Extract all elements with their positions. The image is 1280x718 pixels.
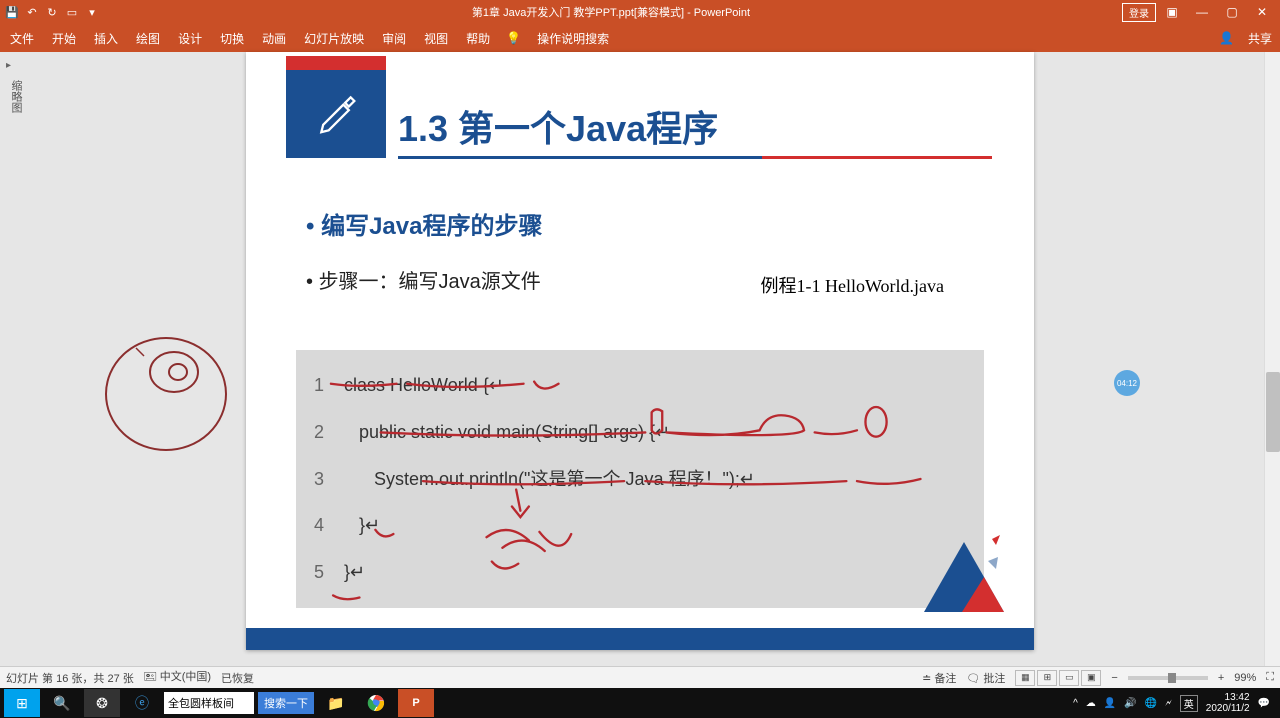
minimize-button[interactable]: — [1188,2,1216,22]
notifications-icon[interactable]: 💬 [1258,698,1270,709]
workspace: ▸ 缩略图 1.3 第一个Java程序 编写Java程序的步骤 步骤一：编写Ja… [0,52,1280,666]
save-icon[interactable]: 💾 [4,4,20,20]
window-title: 第1章 Java开发入门 教学PPT.ppt[兼容模式] - PowerPoin… [100,4,1122,20]
recording-timer[interactable]: 04:12 [1114,370,1140,396]
tab-slideshow[interactable]: 幻灯片放映 [302,26,366,51]
ime-indicator[interactable]: 英 [1180,695,1198,712]
pencil-icon [314,90,358,139]
start-slideshow-icon[interactable]: ▭ [64,4,80,20]
code-text: public static void main(String[] args) {… [344,409,670,456]
zoom-slider[interactable] [1128,676,1208,680]
tray-overflow-icon[interactable]: ^ [1073,698,1078,709]
slide: 1.3 第一个Java程序 编写Java程序的步骤 步骤一：编写Java源文件 … [246,52,1034,650]
slide-footer-bar [246,628,1034,650]
line-number: 5 [314,549,344,596]
comments-button[interactable]: 🗨 批注 [966,670,1005,686]
notes-button[interactable]: ≐ 备注 [922,670,956,686]
title-icon-box [286,70,386,158]
zoom-in-icon[interactable]: + [1218,672,1224,684]
line-number: 4 [314,502,344,549]
system-tray: ^ ☁ 👤 🔊 🌐 🗲 英 13:42 2020/11/2 💬 [1073,692,1276,714]
zoom-out-icon[interactable]: − [1111,672,1117,684]
tab-view[interactable]: 视图 [422,26,450,51]
battery-icon[interactable]: 🗲 [1165,698,1172,709]
ie-icon[interactable]: ⓔ [124,689,160,717]
share-icon: 👤 [1219,31,1234,45]
reading-view-icon[interactable]: ▭ [1059,670,1079,686]
titlebar: 💾 ↶ ↻ ▭ ▾ 第1章 Java开发入门 教学PPT.ppt[兼容模式] -… [0,0,1280,24]
taskbar: ⊞ 🔍 ❂ ⓔ 全包圆样板间 搜索一下 📁 P ^ ☁ 👤 🔊 🌐 🗲 英 13… [0,688,1280,718]
app-360-icon[interactable]: ❂ [84,689,120,717]
tab-home[interactable]: 开始 [50,26,78,51]
redo-icon[interactable]: ↻ [44,4,60,20]
ribbon-tabs: 文件 开始 插入 绘图 设计 切换 动画 幻灯片放映 审阅 视图 帮助 💡 操作… [0,24,1280,52]
tab-help[interactable]: 帮助 [464,26,492,51]
qat-dropdown-icon[interactable]: ▾ [84,4,100,20]
login-button[interactable]: 登录 [1122,3,1156,22]
code-text: }↵ [344,549,365,596]
onedrive-icon[interactable]: ☁ [1086,698,1096,709]
slide-counter[interactable]: 幻灯片 第 16 张，共 27 张 [6,670,134,686]
tab-review[interactable]: 审阅 [380,26,408,51]
search-icon[interactable]: 🔍 [44,689,80,717]
code-text: System.out.println("这是第一个 Java 程序！");↵ [344,456,755,503]
tab-draw[interactable]: 绘图 [134,26,162,51]
line-number: 2 [314,409,344,456]
title-underline [398,156,992,159]
example-label: 例程1-1 HelloWorld.java [760,272,944,298]
browser-search-button[interactable]: 搜索一下 [258,692,314,714]
code-text: class HelloWorld {↵ [344,362,504,409]
line-number: 3 [314,456,344,503]
powerpoint-icon[interactable]: P [398,689,434,717]
ribbon-display-icon[interactable]: ▣ [1158,2,1186,22]
share-button[interactable]: 共享 [1248,30,1272,47]
slide-title: 1.3 第一个Java程序 [398,100,718,158]
clock[interactable]: 13:42 2020/11/2 [1206,692,1250,714]
language-status[interactable]: 🖭 中文(中国) [144,668,211,687]
volume-icon[interactable]: 🔊 [1124,698,1136,709]
browser-address[interactable]: 全包圆样板间 [164,692,254,714]
line-number: 1 [314,362,344,409]
slide-canvas[interactable]: 1.3 第一个Java程序 编写Java程序的步骤 步骤一：编写Java源文件 … [0,52,1280,666]
recovered-status: 已恢复 [221,670,254,686]
sorter-view-icon[interactable]: ⊞ [1037,670,1057,686]
tab-insert[interactable]: 插入 [92,26,120,51]
start-button[interactable]: ⊞ [4,689,40,717]
tab-file[interactable]: 文件 [8,26,36,51]
scrollbar-thumb[interactable] [1266,372,1280,452]
fit-window-icon[interactable]: ⛶ [1266,671,1274,684]
undo-icon[interactable]: ↶ [24,4,40,20]
statusbar: 幻灯片 第 16 张，共 27 张 🖭 中文(中国) 已恢复 ≐ 备注 🗨 批注… [0,666,1280,688]
vertical-scrollbar[interactable] [1264,52,1280,666]
maximize-button[interactable]: ▢ [1218,2,1246,22]
people-icon[interactable]: 👤 [1104,698,1116,709]
close-button[interactable]: ✕ [1248,2,1276,22]
slideshow-view-icon[interactable]: ▣ [1081,670,1101,686]
network-icon[interactable]: 🌐 [1145,698,1157,709]
decorative-triangles [884,527,1004,622]
tab-transitions[interactable]: 切换 [218,26,246,51]
code-text: }↵ [344,502,380,549]
normal-view-icon[interactable]: ▦ [1015,670,1035,686]
zoom-level[interactable]: 99% [1234,672,1256,684]
code-block: 1class HelloWorld {↵ 2 public static voi… [296,350,984,608]
tab-animations[interactable]: 动画 [260,26,288,51]
tellme-search[interactable]: 操作说明搜索 [535,26,611,51]
tab-design[interactable]: 设计 [176,26,204,51]
tellme-icon: 💡 [506,31,521,45]
chrome-icon[interactable] [358,689,394,717]
bullet-heading: 编写Java程序的步骤 [306,206,1034,241]
file-explorer-icon[interactable]: 📁 [318,689,354,717]
